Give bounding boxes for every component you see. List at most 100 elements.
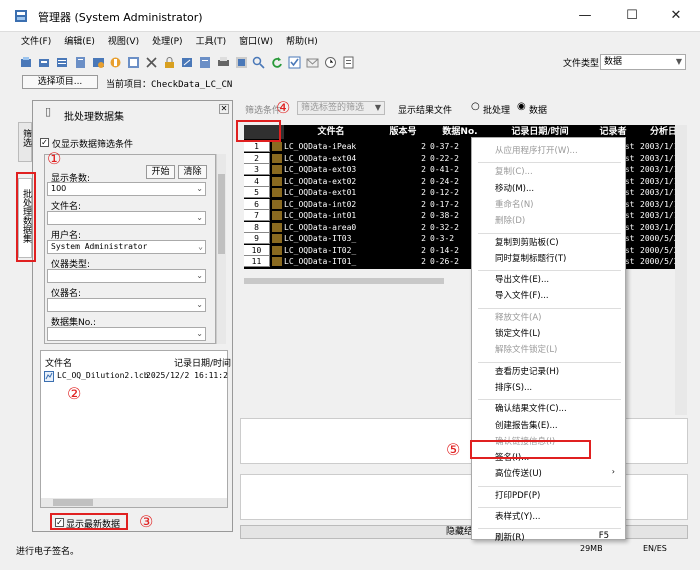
menu-process[interactable]: 处理(P) [152,37,182,47]
cell-version: 2 [421,176,426,186]
context-menu-item[interactable]: 解除文件锁定(L) [495,343,557,355]
cell-filename: LC_OQData-ext02 [284,176,357,186]
layout-icon[interactable] [127,56,140,69]
show-count-value: 100 [51,184,67,193]
list-item-date: 2025/12/2 16:11:29( [146,371,228,380]
cell-filename: LC_OQData-IT03_ [284,234,357,243]
preview-icon[interactable] [235,56,248,69]
list-col-filename[interactable]: 文件名 [45,356,72,369]
clear-button[interactable]: 清除 [178,165,207,179]
signature-icon[interactable] [181,56,194,69]
data-icon[interactable] [56,56,69,69]
filter-scrollbar[interactable] [216,154,226,344]
grid-header-version[interactable]: 版本号 [378,125,428,139]
username-field[interactable]: System Administrator ⌄ [47,240,206,254]
file-type-select[interactable]: 数据 ▼ [600,54,686,70]
filename-field[interactable]: ⌄ [47,211,206,225]
cell-filename: LC_OQData-area0 [284,222,357,232]
search-icon[interactable] [252,56,265,69]
only-filter-checkbox[interactable]: ✓ [40,138,49,147]
radio-data[interactable]: ◉ [517,101,526,112]
menu-view[interactable]: 视图(V) [108,37,139,47]
grid-vscrollbar[interactable] [675,125,687,415]
report-icon[interactable] [74,56,87,69]
cell-version: 2 [421,245,426,255]
mail-icon[interactable] [306,56,319,69]
dataset-no-field[interactable]: ⌄ [47,327,206,341]
list-col-date[interactable]: 记录日期/时间 [174,356,231,369]
file-type-value: 数据 [604,57,623,67]
context-menu-item[interactable]: 确认结果文件(C)... [495,402,567,414]
row-number: 6 [244,198,270,210]
radio-batch[interactable]: ○ [471,101,480,112]
start-button[interactable]: 开始 [146,165,175,179]
context-menu-item[interactable]: 导入文件(F)... [495,289,549,301]
filter-tag-select[interactable]: 筛选标签的筛选 ▼ [297,101,385,115]
chevron-down-icon: ⌄ [196,329,203,338]
panel-close-icon[interactable]: ✕ [219,104,229,114]
menu-window[interactable]: 窗口(W) [239,37,273,47]
chevron-down-icon: ▼ [374,103,381,112]
refresh-icon[interactable] [270,56,283,69]
menu-file[interactable]: 文件(F) [21,37,51,47]
context-menu-item[interactable]: 移动(M)... [495,182,534,194]
batch-icon[interactable] [109,56,122,69]
app-icon [15,10,27,22]
method-icon[interactable] [92,56,105,69]
context-menu-item[interactable]: 排序(S)... [495,381,532,393]
context-menu-item[interactable]: 同时复制标题行(T) [495,252,566,264]
grid-header-filename[interactable]: 文件名 [284,125,378,139]
instrument-type-field[interactable]: ⌄ [47,269,206,283]
cell-filename: LC_OQData-iPeak [284,142,357,151]
print-icon[interactable] [217,56,230,69]
username-value: System Administrator [51,242,148,251]
context-menu-item[interactable]: 释放文件(A) [495,311,541,323]
file-icon [44,371,54,382]
menu-separator [478,399,621,401]
instrument-name-field[interactable]: ⌄ [47,298,206,312]
context-menu-item[interactable]: 重命名(N) [495,198,534,210]
context-menu-item[interactable]: 表样式(Y)... [495,510,540,522]
file-icon [272,142,282,151]
context-menu-item[interactable]: 创建报告集(E)... [495,419,558,431]
list-item[interactable]: LC_OQ_Dilution2.lcb 2025/12/2 16:11:29( [44,370,228,383]
chevron-down-icon: ⌄ [196,213,203,222]
menu-tools[interactable]: 工具(T) [196,37,227,47]
minimize-button[interactable]: — [565,6,605,26]
menu-separator [478,507,621,508]
file-icon [272,165,282,174]
context-menu-item[interactable]: 锁定文件(L) [495,327,540,339]
check-icon[interactable] [288,56,301,69]
list-hscrollbar[interactable] [41,498,227,507]
delete-icon[interactable] [145,56,158,69]
save-icon[interactable] [38,56,51,69]
context-menu-item[interactable]: 从应用程序打开(W)... [495,144,578,156]
close-button[interactable]: ✕ [656,6,696,26]
annotation-4: ④ [276,98,291,117]
cell-filename: LC_OQData-int02 [284,199,357,209]
radio-batch-label: 批处理 [483,106,511,116]
context-menu-item[interactable]: 查看历史记录(H) [495,365,559,377]
status-mode: EN/ES [643,544,667,553]
row-number: 11 [244,256,270,267]
menu-help[interactable]: 帮助(H) [286,37,318,47]
context-menu-item[interactable]: 删除(D) [495,214,525,226]
maximize-button[interactable]: ☐ [612,6,652,26]
select-project-button[interactable]: 选择项目... [22,75,98,89]
context-menu-item[interactable]: 高位传送(U) [495,467,542,479]
document-icon[interactable] [342,56,355,69]
context-menu-item[interactable]: 打印PDF(P) [495,489,540,501]
menu-edit[interactable]: 编辑(E) [64,37,95,47]
show-count-field[interactable]: 100 ⌄ [47,182,206,196]
tab-filter[interactable]: 筛选 [18,122,32,162]
context-menu-item[interactable]: 复制(C)... [495,165,533,177]
context-menu-item[interactable]: 导出文件(E)... [495,273,549,285]
clock-icon[interactable] [324,56,337,69]
chevron-down-icon: ⌄ [198,242,203,251]
open-icon[interactable] [20,56,33,69]
context-menu-item[interactable]: 复制到剪贴板(C) [495,236,559,248]
lock-icon[interactable] [163,56,176,69]
chevron-right-icon: › [611,467,615,477]
history-icon[interactable] [199,56,212,69]
cell-filename: LC_OQData-IT02_ [284,245,357,255]
